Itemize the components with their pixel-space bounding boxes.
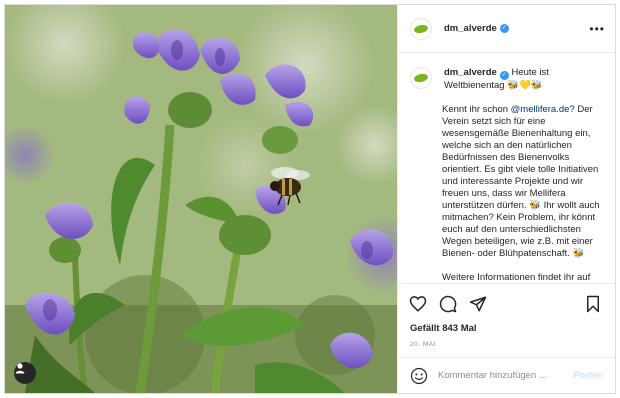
verified-badge-icon: ✓ <box>499 24 509 33</box>
caption-headline-line: dm_alverde ✓ Heute ist Weltbienentag 🐝💛🐝 <box>444 67 601 92</box>
caption-paragraph-1: Kennt ihr schon @mellifera.de? Der Verei… <box>442 104 601 260</box>
post-date[interactable]: 20. MAI <box>398 337 615 357</box>
caption-text: Kennt ihr schon @mellifera.de? Der Verei… <box>442 104 601 283</box>
caption-p1-pre: Kennt ihr schon <box>442 104 511 115</box>
caption-header: dm_alverde ✓ Heute ist Weltbienentag 🐝💛🐝 <box>410 67 601 92</box>
instagram-post: dm_alverde ✓ ••• dm_alverde ✓ Heute ist W… <box>4 4 616 394</box>
comment-bubble-icon[interactable] <box>438 294 458 314</box>
user-tag-icon[interactable] <box>14 362 36 384</box>
caption-paragraph-2: Weitere Informationen findet ihr auf www… <box>442 272 591 283</box>
more-options-icon[interactable]: ••• <box>589 22 605 36</box>
mention-link[interactable]: @mellifera.de <box>511 104 570 115</box>
emoji-smiley-icon[interactable] <box>410 367 428 385</box>
share-paper-plane-icon[interactable] <box>468 294 488 314</box>
caption-username[interactable]: dm_alverde <box>444 67 497 78</box>
bookmark-save-icon[interactable] <box>583 294 603 314</box>
like-heart-icon[interactable] <box>408 294 428 314</box>
caption-area: dm_alverde ✓ Heute ist Weltbienentag 🐝💛🐝 … <box>398 53 615 283</box>
post-header: dm_alverde ✓ ••• <box>398 5 615 53</box>
header-username[interactable]: dm_alverde <box>444 23 497 34</box>
post-comment-button[interactable]: Posten <box>573 370 603 381</box>
post-sidebar: dm_alverde ✓ ••• dm_alverde ✓ Heute ist W… <box>397 5 615 393</box>
bee-on-flower-image <box>5 5 397 393</box>
caption-avatar[interactable] <box>410 67 432 89</box>
caption-verified-badge-icon: ✓ <box>499 71 509 80</box>
add-comment-bar: Posten <box>398 357 615 393</box>
likes-count[interactable]: Gefällt 843 Mal <box>398 323 615 337</box>
avatar[interactable] <box>410 17 432 40</box>
action-bar <box>398 283 615 323</box>
comment-input[interactable] <box>438 370 574 381</box>
post-photo[interactable] <box>5 5 397 393</box>
caption-p1-post: ? Der Verein setzt sich für eine wesensg… <box>442 104 600 259</box>
